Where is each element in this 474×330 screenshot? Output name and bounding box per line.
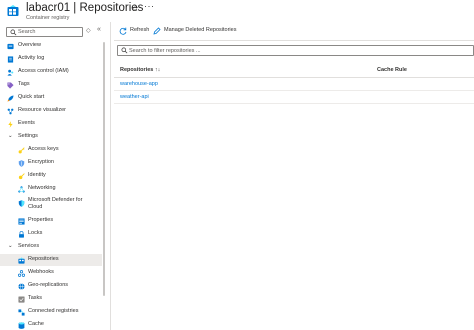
- sidebar-item-events[interactable]: Events: [0, 118, 102, 130]
- sidebar-item-label: Encryption: [28, 159, 54, 165]
- sidebar-group-label: Services: [18, 243, 40, 249]
- page-title: labacr01 | Repositories: [26, 2, 144, 14]
- rocket-icon: [7, 95, 14, 102]
- sidebar-item-label: Networking: [28, 185, 56, 191]
- search-icon: [121, 47, 128, 54]
- lock-icon: [19, 231, 24, 238]
- chevron-double-left-icon[interactable]: «: [97, 26, 101, 33]
- favorite-star-icon[interactable]: ☆: [131, 3, 139, 14]
- sidebar-item-activity-log[interactable]: Activity log: [0, 53, 102, 65]
- sidebar-item-label: Overview: [18, 42, 41, 48]
- search-icon: [10, 29, 17, 36]
- shield-icon: [18, 160, 25, 167]
- sidebar-item-label: Cache: [28, 321, 44, 327]
- sidebar-item-label: Cloud: [28, 204, 43, 210]
- sidebar-item-networking[interactable]: Networking: [0, 183, 102, 195]
- globe-icon: [18, 283, 25, 290]
- repository-link-weather-api[interactable]: weather-api: [120, 94, 149, 100]
- sidebar-item-overview[interactable]: Overview: [0, 40, 102, 52]
- sidebar-scrollbar-thumb[interactable]: [103, 42, 105, 296]
- sidebar-item-defender[interactable]: Microsoft Defender for Cloud: [0, 196, 102, 213]
- sidebar-item-label: Geo-replications: [28, 282, 69, 288]
- container-registry-icon: [7, 5, 19, 16]
- sidebar-item-identity[interactable]: Identity: [0, 170, 102, 182]
- lightning-icon: [8, 121, 13, 128]
- webhook-icon: [18, 270, 25, 277]
- pane-divider: [110, 22, 111, 330]
- filter-placeholder: Search to filter repositories ...: [129, 47, 201, 54]
- repositories-icon: [18, 257, 25, 264]
- sidebar-item-label: Identity: [28, 172, 46, 178]
- refresh-button[interactable]: Refresh: [119, 25, 151, 37]
- repository-link-warehouse-app[interactable]: warehouse-app: [120, 81, 158, 87]
- sidebar-item-label: Microsoft Defender for: [28, 197, 83, 203]
- refresh-label: Refresh: [130, 27, 150, 33]
- sidebar-search-placeholder: Search: [18, 29, 36, 35]
- sidebar-item-tasks[interactable]: Tasks: [0, 293, 102, 305]
- column-header-cache-rule[interactable]: Cache Rule: [377, 67, 407, 73]
- manage-deleted-label: Manage Deleted Repositories: [164, 27, 237, 33]
- sidebar-item-repositories[interactable]: Repositories: [0, 254, 102, 266]
- column-header-repositories[interactable]: Repositories ↑↓: [120, 67, 160, 73]
- sidebar-item-label: Webhooks: [28, 269, 54, 275]
- sidebar-search-input[interactable]: Search: [6, 27, 83, 37]
- sidebar-item-label: Resource visualizer: [18, 107, 66, 113]
- sidebar-item-label: Tasks: [28, 295, 43, 301]
- collapse-toggle-icon[interactable]: ◇: [86, 27, 91, 34]
- key-icon: [18, 147, 25, 154]
- sidebar-group-settings[interactable]: ⌄ Settings: [0, 131, 102, 143]
- sidebar-item-label: Activity log: [18, 55, 45, 61]
- tasks-icon: [18, 296, 25, 303]
- chevron-down-icon: ⌄: [8, 133, 13, 139]
- sidebar-item-label: Repositories: [28, 256, 59, 262]
- properties-icon: [18, 218, 25, 225]
- edit-icon: [153, 27, 161, 35]
- sidebar-item-cache[interactable]: Cache: [0, 319, 102, 330]
- sidebar-item-webhooks[interactable]: Webhooks: [0, 267, 102, 279]
- sidebar-item-locks[interactable]: Locks: [0, 228, 102, 240]
- sidebar-item-label: Properties: [28, 217, 54, 223]
- refresh-icon: [119, 27, 127, 35]
- sidebar-item-connected-registries[interactable]: Connected registries: [0, 306, 102, 318]
- iam-icon: [7, 69, 14, 76]
- filter-repositories-input[interactable]: Search to filter repositories ...: [117, 45, 474, 56]
- sidebar-group-label: Settings: [18, 133, 38, 139]
- table-row: warehouse-app: [114, 78, 474, 91]
- identity-icon: [18, 173, 25, 180]
- network-icon: [18, 186, 25, 193]
- sidebar-item-quick-start[interactable]: Quick start: [0, 92, 102, 104]
- table-row: weather-api: [114, 91, 474, 104]
- sidebar-item-label: Connected registries: [28, 308, 79, 314]
- sidebar-item-resource-visualizer[interactable]: Resource visualizer: [0, 105, 102, 117]
- connected-registry-icon: [18, 309, 25, 316]
- sidebar-item-encryption[interactable]: Encryption: [0, 157, 102, 169]
- visualizer-icon: [7, 108, 14, 115]
- activity-log-icon: [7, 56, 14, 63]
- sidebar-item-geo-replications[interactable]: Geo-replications: [0, 280, 102, 292]
- sidebar-item-label: Locks: [28, 230, 43, 236]
- sidebar-item-label: Access control (IAM): [18, 68, 69, 74]
- sidebar-item-label: Quick start: [18, 94, 45, 100]
- page-header: labacr01 | Repositories Container regist…: [0, 0, 474, 22]
- sidebar-item-label: Events: [18, 120, 35, 126]
- defender-icon: [18, 200, 25, 207]
- sidebar-item-label: Access keys: [28, 146, 59, 152]
- sidebar-item-access-control[interactable]: Access control (IAM): [0, 66, 102, 78]
- sidebar-item-label: Tags: [18, 81, 30, 87]
- more-options-icon[interactable]: ···: [144, 1, 155, 11]
- toolbar-divider: [114, 40, 474, 41]
- sidebar-item-tags[interactable]: Tags: [0, 79, 102, 91]
- cache-icon: [18, 322, 25, 329]
- overview-icon: [7, 43, 14, 50]
- tag-icon: [7, 82, 14, 89]
- sidebar-group-services[interactable]: ⌄ Services: [0, 241, 102, 253]
- manage-deleted-repositories-button[interactable]: Manage Deleted Repositories: [153, 25, 237, 37]
- page-subtitle: Container registry: [26, 15, 70, 21]
- sidebar-item-properties[interactable]: Properties: [0, 215, 102, 227]
- chevron-down-icon: ⌄: [8, 243, 13, 249]
- sidebar-item-access-keys[interactable]: Access keys: [0, 144, 102, 156]
